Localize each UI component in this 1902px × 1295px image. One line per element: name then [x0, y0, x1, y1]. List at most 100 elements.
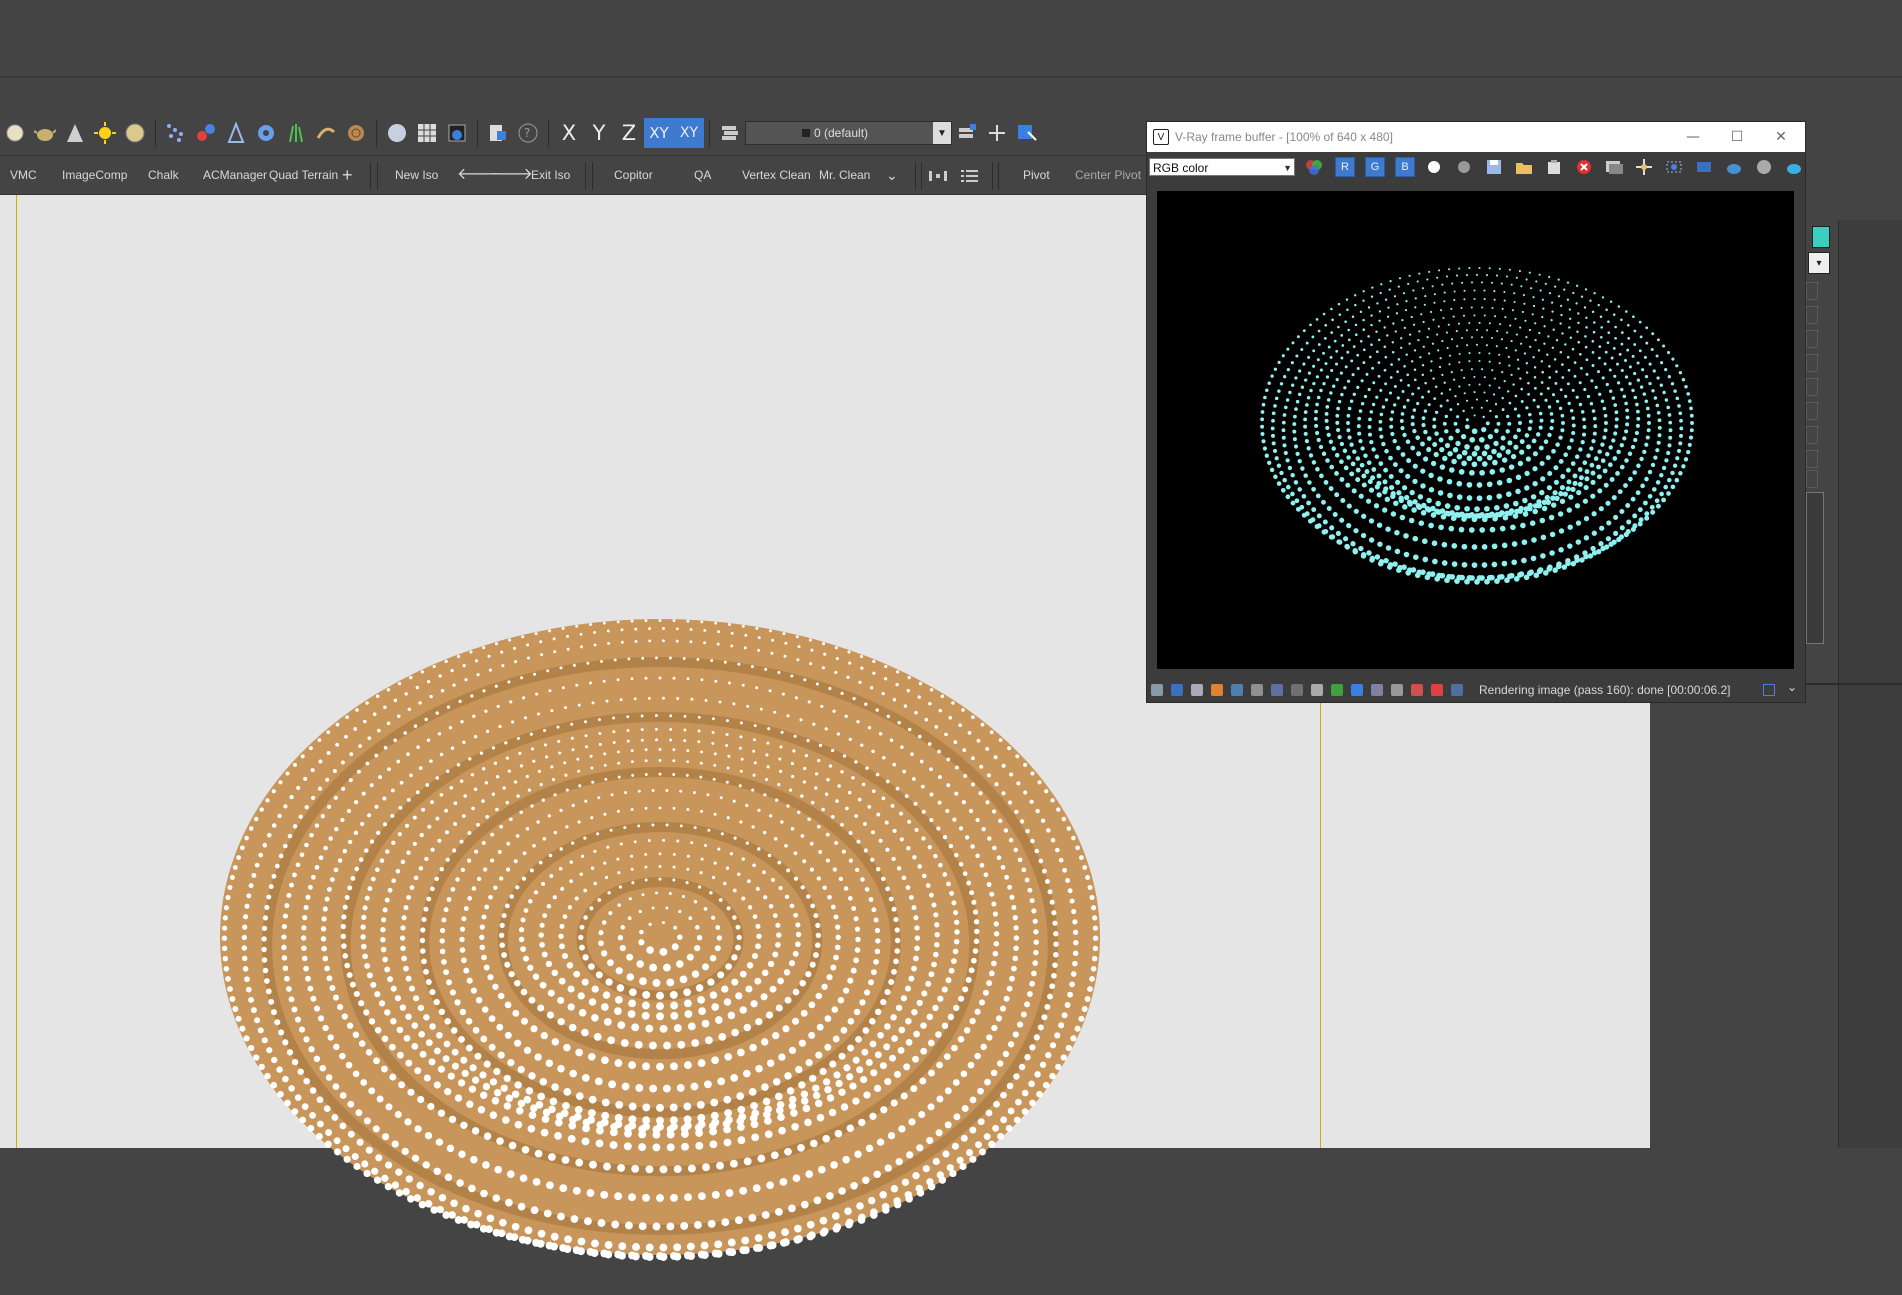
- window-icon[interactable]: [1763, 684, 1775, 696]
- light-icon[interactable]: [91, 119, 119, 147]
- chevron-down-icon[interactable]: ▾: [1808, 252, 1830, 274]
- chevron-down-icon[interactable]: ▼: [933, 122, 951, 144]
- add-icon[interactable]: [983, 119, 1011, 147]
- panel-field[interactable]: [1806, 402, 1818, 420]
- exposure-icon[interactable]: [1251, 684, 1263, 696]
- histogram-icon[interactable]: [1271, 684, 1283, 696]
- curve-icon[interactable]: [1231, 684, 1243, 696]
- object-color-swatch[interactable]: [1812, 226, 1830, 248]
- pivot-button[interactable]: Pivot: [1023, 156, 1050, 194]
- chevron-down-icon[interactable]: ⌄: [1787, 680, 1797, 694]
- mono-icon[interactable]: [1453, 156, 1475, 178]
- molecule-icon[interactable]: [192, 119, 220, 147]
- interactive-render-icon[interactable]: [1753, 156, 1775, 178]
- panel-field[interactable]: [1806, 282, 1818, 300]
- exit-iso-button[interactable]: Exit Iso: [531, 156, 570, 194]
- shaded-sphere-icon[interactable]: [121, 119, 149, 147]
- wood-icon[interactable]: [342, 119, 370, 147]
- sphere-material-icon[interactable]: [383, 119, 411, 147]
- settings-icon[interactable]: [1311, 684, 1323, 696]
- ocio-icon[interactable]: [1331, 684, 1343, 696]
- particles-icon[interactable]: [162, 119, 190, 147]
- surface-dot: [1492, 393, 1496, 396]
- layer-dropdown[interactable]: 0 (default) ▼: [745, 121, 952, 145]
- close-icon[interactable]: ✕: [1759, 122, 1803, 152]
- mr-clean-button[interactable]: Mr. Clean: [819, 156, 870, 194]
- gear-icon[interactable]: [252, 119, 280, 147]
- blue-channel-button[interactable]: B: [1395, 157, 1415, 177]
- levels-icon[interactable]: [1211, 684, 1223, 696]
- compass-icon[interactable]: [222, 119, 250, 147]
- track-mouse-icon[interactable]: [1633, 156, 1655, 178]
- green-channel-button[interactable]: G: [1365, 157, 1385, 177]
- acmanager-button[interactable]: ACManager: [203, 156, 267, 194]
- list-icon[interactable]: [960, 156, 980, 194]
- layers-icon[interactable]: [716, 119, 744, 147]
- panel-field[interactable]: [1806, 306, 1818, 324]
- render-region-ipr-icon[interactable]: [1693, 156, 1715, 178]
- panel-field[interactable]: [1806, 354, 1818, 372]
- teapot-ipr-icon[interactable]: [1783, 156, 1805, 178]
- align-icon[interactable]: [928, 156, 948, 194]
- add-icon[interactable]: +: [342, 156, 353, 194]
- color-correction-icon[interactable]: [1171, 684, 1183, 696]
- select-icon[interactable]: [1013, 119, 1041, 147]
- clear-image-icon[interactable]: [1573, 156, 1595, 178]
- teapot-render-icon[interactable]: [1723, 156, 1745, 178]
- axis-z-button[interactable]: Z: [614, 118, 644, 148]
- layer-manager-icon[interactable]: [953, 119, 981, 147]
- vmc-button[interactable]: VMC: [10, 156, 37, 194]
- red-channel-button[interactable]: R: [1335, 157, 1355, 177]
- imagecomp-button[interactable]: ImageComp: [62, 156, 127, 194]
- pixel-info-icon[interactable]: [1451, 684, 1463, 696]
- quad-terrain-button[interactable]: Quad Terrain: [269, 156, 338, 194]
- panel-field[interactable]: [1806, 426, 1818, 444]
- arrow-right-icon[interactable]: 🡒: [490, 156, 533, 194]
- vertex-clean-button[interactable]: Vertex Clean: [742, 156, 811, 194]
- help-icon[interactable]: ?: [514, 119, 542, 147]
- sphere-icon[interactable]: [1, 119, 29, 147]
- hair-icon[interactable]: [312, 119, 340, 147]
- render-setup-icon[interactable]: [443, 119, 471, 147]
- axis-y-button[interactable]: Y: [584, 118, 614, 148]
- color-bars-icon[interactable]: [1431, 684, 1443, 696]
- info-icon[interactable]: [1191, 684, 1203, 696]
- color-channels-icon[interactable]: [1303, 156, 1325, 178]
- axis-xy-cycle-button[interactable]: XY: [674, 118, 704, 148]
- folder-icon[interactable]: [1513, 156, 1535, 178]
- stamp-icon[interactable]: [1351, 684, 1363, 696]
- channel-select[interactable]: RGB color ▼: [1149, 158, 1295, 176]
- lens-effects-icon[interactable]: [1151, 684, 1163, 696]
- copitor-button[interactable]: Copitor: [614, 156, 653, 194]
- center-pivot-button[interactable]: Center Pivot: [1075, 156, 1141, 194]
- panel-field[interactable]: [1806, 330, 1818, 348]
- vfb-titlebar[interactable]: V V-Ray frame buffer - [100% of 640 x 48…: [1147, 122, 1805, 152]
- axis-xy-button[interactable]: XY: [644, 118, 674, 148]
- panel-field[interactable]: [1806, 450, 1818, 468]
- ab-compare-icon[interactable]: [1411, 684, 1423, 696]
- chalk-button[interactable]: Chalk: [148, 156, 179, 194]
- compare-icon[interactable]: [1371, 684, 1383, 696]
- render-frame-icon[interactable]: [484, 119, 512, 147]
- maximize-icon[interactable]: ☐: [1715, 122, 1759, 152]
- qa-button[interactable]: QA: [694, 156, 711, 194]
- teapot-icon[interactable]: [31, 119, 59, 147]
- rendered-image[interactable]: [1157, 191, 1794, 669]
- alpha-white-icon[interactable]: [1423, 156, 1445, 178]
- new-iso-button[interactable]: New Iso: [395, 156, 438, 194]
- cone-icon[interactable]: [61, 119, 89, 147]
- history-icon[interactable]: [1603, 156, 1625, 178]
- save-icon[interactable]: [1483, 156, 1505, 178]
- lut-icon[interactable]: [1291, 684, 1303, 696]
- grass-icon[interactable]: [282, 119, 310, 147]
- panel-list[interactable]: [1806, 492, 1824, 644]
- h-icon[interactable]: [1391, 684, 1403, 696]
- grid-icon[interactable]: [413, 119, 441, 147]
- chevron-double-down-icon[interactable]: ⌄: [886, 156, 898, 194]
- axis-x-button[interactable]: X: [554, 118, 584, 148]
- panel-field[interactable]: [1806, 470, 1818, 488]
- minimize-icon[interactable]: —: [1671, 122, 1715, 152]
- region-render-icon[interactable]: [1663, 156, 1685, 178]
- clipboard-icon[interactable]: [1543, 156, 1565, 178]
- panel-field[interactable]: [1806, 378, 1818, 396]
